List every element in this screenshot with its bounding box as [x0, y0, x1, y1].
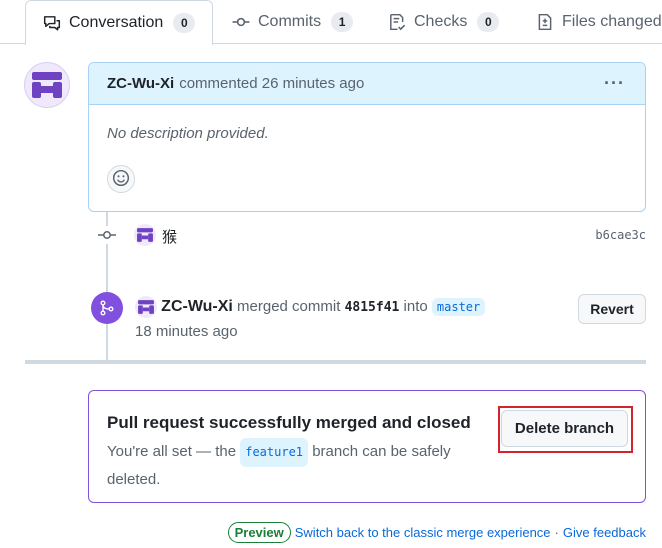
tab-conversation[interactable]: Conversation 0 [25, 0, 213, 45]
git-commit-icon [96, 226, 118, 244]
tab-label: Files changed [562, 13, 662, 30]
merge-status-description: You're all set — the feature1 branch can… [107, 438, 477, 492]
tab-label: Conversation [69, 14, 164, 31]
tab-counter: 0 [173, 13, 196, 33]
revert-button[interactable]: Revert [578, 294, 646, 324]
tab-label: Commits [258, 13, 322, 30]
kebab-menu-icon[interactable]: ··· [604, 73, 625, 94]
comment-timestamp: commented 26 minutes ago [179, 75, 365, 92]
merge-author[interactable]: ZC-Wu-Xi [161, 298, 233, 315]
merge-timestamp: 18 minutes ago [135, 323, 238, 340]
merge-experience-footer: Preview Switch back to the classic merge… [227, 522, 646, 543]
commit-sha[interactable]: b6cae3c [595, 228, 646, 242]
merge-into-text: into [403, 297, 428, 315]
comment-discussion-icon [43, 14, 61, 32]
tab-commits[interactable]: Commits 1 [232, 0, 354, 44]
git-merge-icon [91, 292, 123, 324]
comment-body: No description provided. [107, 125, 269, 142]
avatar[interactable] [135, 296, 157, 318]
git-commit-icon [232, 13, 250, 31]
merge-event: ZC-Wu-Xi merged commit 4815f41 into mast… [91, 292, 646, 352]
commit-message[interactable]: 猴 [162, 226, 177, 247]
preview-badge: Preview [227, 522, 291, 543]
tab-counter: 0 [477, 12, 500, 32]
tab-checks[interactable]: Checks 0 [388, 0, 500, 44]
comment-header: ZC-Wu-Xi commented 26 minutes ago [89, 63, 645, 105]
smiley-icon [112, 169, 130, 190]
commit-row: 猴 b6cae3c [96, 222, 646, 248]
avatar[interactable] [134, 224, 156, 246]
merge-status-title: Pull request successfully merged and clo… [107, 413, 471, 432]
give-feedback-link[interactable]: Give feedback [563, 525, 646, 540]
head-branch-chip[interactable]: feature1 [240, 438, 309, 467]
comment-author[interactable]: ZC-Wu-Xi [107, 75, 174, 92]
base-branch-chip[interactable]: master [431, 297, 486, 316]
merge-status-box: Pull request successfully merged and clo… [88, 390, 646, 503]
delete-branch-button[interactable]: Delete branch [501, 410, 628, 447]
comment-box: ZC-Wu-Xi commented 26 minutes ago ··· No… [88, 62, 646, 212]
avatar[interactable] [24, 62, 70, 108]
merge-text: merged commit [237, 297, 341, 315]
file-diff-icon [536, 13, 554, 31]
switch-classic-link[interactable]: Switch back to the classic merge experie… [295, 525, 551, 540]
add-reaction-button[interactable] [107, 165, 135, 193]
tab-label: Checks [414, 13, 468, 30]
merge-summary: ZC-Wu-Xi merged commit 4815f41 into mast… [135, 296, 486, 318]
tab-files-changed[interactable]: Files changed [536, 0, 662, 44]
timeline-divider [25, 360, 646, 364]
merge-desc-before: You're all set — the [107, 443, 237, 460]
pr-tabs: Conversation 0 Commits 1 Checks 0 Files … [0, 0, 662, 45]
tab-counter: 1 [331, 12, 354, 32]
merge-commit-sha[interactable]: 4815f41 [345, 300, 400, 315]
checklist-icon [388, 13, 406, 31]
separator: · [554, 525, 559, 540]
